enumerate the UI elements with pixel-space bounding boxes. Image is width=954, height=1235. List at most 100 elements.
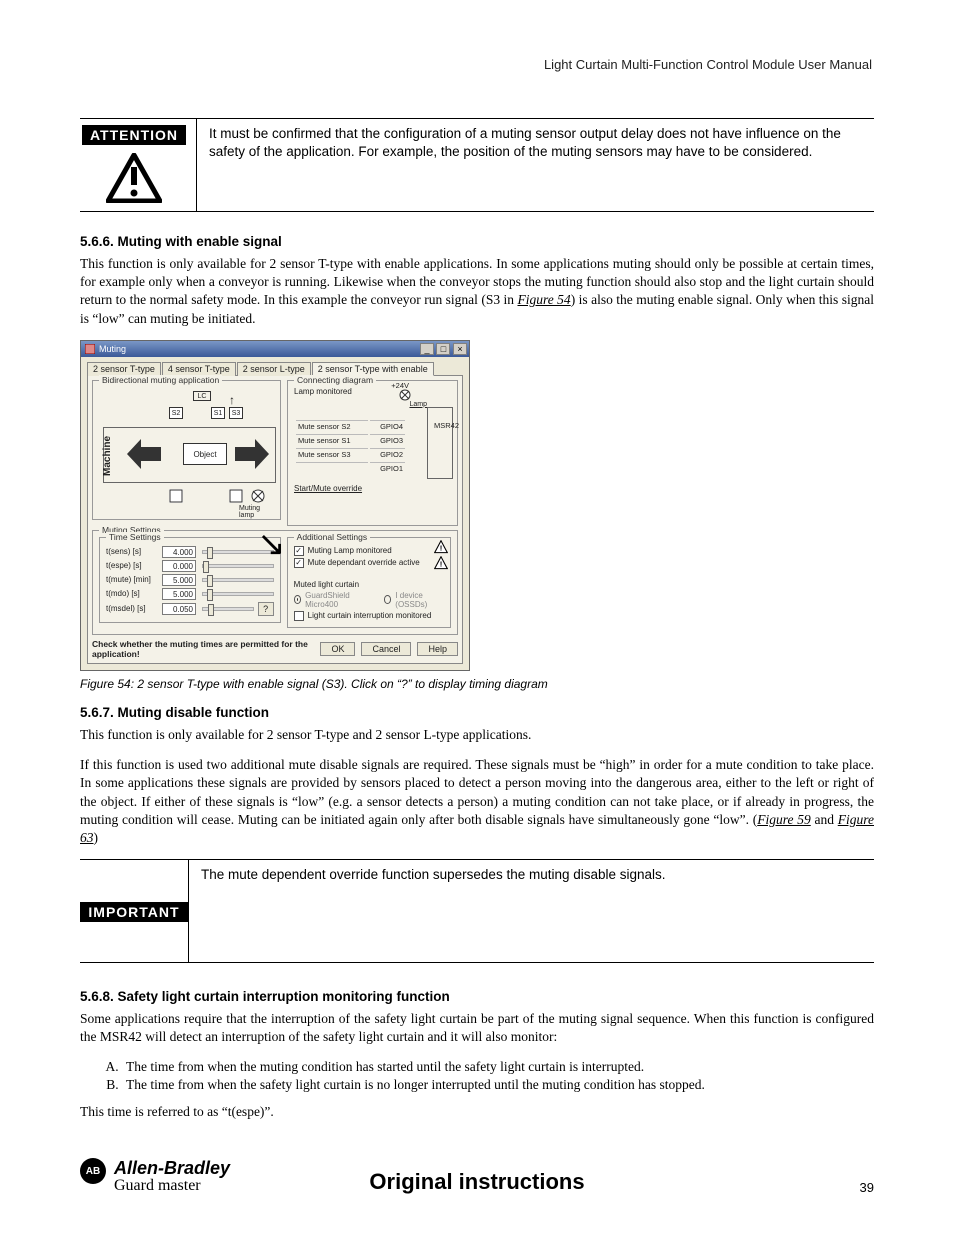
lbl-tmsdel: t(msdel) [s] [106, 604, 158, 613]
group-bidirectional-title: Bidirectional muting application [99, 375, 222, 385]
important-box: IMPORTANT The mute dependent override fu… [80, 859, 874, 963]
tab-2t-enable[interactable]: 2 sensor T-type with enable [312, 362, 434, 376]
svg-text:!: ! [440, 559, 443, 568]
page-number: 39 [860, 1180, 874, 1195]
close-button[interactable]: × [453, 343, 467, 355]
dialog-titlebar: Muting _ □ × [81, 341, 469, 357]
muting-dialog: Muting _ □ × 2 sensor T-type 4 sensor T-… [80, 340, 470, 671]
input-tmdo[interactable]: 5.000 [162, 588, 196, 600]
figure-59-link[interactable]: Figure 59 [757, 812, 811, 827]
svg-text:!: ! [440, 543, 443, 552]
schematic: LC ↑ S2 S1 S3 Machine Object [99, 387, 274, 515]
group-additional-settings: Additional Settings ! ! ✓Muting Lamp mon… [287, 537, 451, 628]
time-row-tespe: t(espe) [s] 0.000 [106, 560, 274, 572]
heading-567: 5.6.7. Muting disable function [80, 705, 874, 720]
up-arrow-icon: ↑ [229, 393, 235, 407]
chk-override-active[interactable]: ✓ [294, 558, 304, 568]
row-gpio1: GPIO1 [370, 462, 405, 474]
cancel-button[interactable]: Cancel [361, 642, 411, 656]
sec568-li-b: The time from when the safety light curt… [122, 1077, 874, 1093]
important-badge: IMPORTANT [80, 902, 187, 922]
muting-times-warning: Check whether the muting times are permi… [92, 639, 314, 659]
msr42-box [427, 407, 453, 479]
maximize-button[interactable]: □ [436, 343, 450, 355]
muting-lamp-icon [251, 489, 265, 503]
minimize-button[interactable]: _ [420, 343, 434, 355]
brand-line1: Allen-Bradley [114, 1158, 230, 1179]
group-bidirectional: Bidirectional muting application LC ↑ S2… [92, 380, 281, 520]
group-muting-settings: Muting Settings Time Settings t(sens) [s… [92, 530, 458, 635]
slider-tsens[interactable] [202, 550, 274, 554]
figure-54-caption: Figure 54: 2 sensor T-type with enable s… [80, 677, 874, 691]
dialog-icon [85, 344, 95, 354]
warning-mini-icon: ! [434, 556, 448, 570]
arrow-right-icon [235, 439, 269, 469]
lamp-monitored-label: Lamp monitored [294, 387, 451, 396]
group-connecting-title: Connecting diagram [294, 375, 376, 385]
arrow-left-icon [127, 439, 161, 469]
slider-tmute[interactable] [202, 578, 274, 582]
sensor-s2: S2 [169, 407, 183, 419]
page-footer: AB Allen-Bradley Guard master Original i… [80, 1158, 874, 1195]
lbl-tsens: t(sens) [s] [106, 547, 158, 556]
msr42-label: MSR42 [434, 421, 459, 430]
radio-guardshield[interactable] [294, 595, 302, 604]
radio-idevice-label: I device (OSSDs) [395, 591, 444, 609]
attention-badge: ATTENTION [82, 125, 186, 145]
help-question-button[interactable]: ? [258, 602, 274, 616]
tab-4t[interactable]: 4 sensor T-type [162, 362, 236, 376]
chk-lamp-monitored[interactable]: ✓ [294, 546, 304, 556]
time-row-tmsdel: t(msdel) [s] 0.050 ? [106, 602, 274, 616]
dialog-title: Muting [99, 344, 126, 354]
chk-interruption[interactable] [294, 611, 304, 621]
warning-mini-icon: ! [434, 540, 448, 554]
radio-guardshield-label: GuardShield Micro400 [305, 591, 368, 609]
radio-idevice[interactable] [384, 595, 392, 604]
heading-568: 5.6.8. Safety light curtain interruption… [80, 989, 874, 1004]
machine-label: Machine [102, 436, 113, 476]
brand-block: AB Allen-Bradley Guard master [80, 1158, 230, 1195]
lamp-icon [399, 389, 411, 401]
sec566-para: This function is only available for 2 se… [80, 255, 874, 328]
running-head: Light Curtain Multi-Function Control Mod… [544, 57, 872, 72]
sec568-p1: Some applications require that the inter… [80, 1010, 874, 1046]
sec567-p2a: If this function is used two additional … [80, 757, 874, 827]
ok-button[interactable]: OK [320, 642, 355, 656]
tab-2t[interactable]: 2 sensor T-type [87, 362, 161, 376]
warning-triangle-icon [106, 153, 162, 203]
row-s3: Mute sensor S3 [296, 448, 368, 460]
important-text: The mute dependent override function sup… [189, 860, 874, 962]
brand-line2: Guard master [114, 1177, 230, 1195]
sec568-list: The time from when the muting condition … [108, 1059, 874, 1093]
row-blank [296, 462, 368, 474]
sec568-li-a: The time from when the muting condition … [122, 1059, 874, 1075]
group-time-title: Time Settings [106, 532, 164, 542]
slider-tespe[interactable] [202, 564, 274, 568]
input-tmsdel[interactable]: 0.050 [162, 603, 196, 615]
slider-tmdo[interactable] [202, 592, 274, 596]
sec567-and: and [811, 812, 838, 827]
muted-lc-label: Muted light curtain [294, 580, 444, 589]
chk-lamp-label: Muting Lamp monitored [308, 546, 392, 555]
dialog-footer-row: Check whether the muting times are permi… [92, 639, 458, 659]
slider-tmsdel[interactable] [202, 607, 254, 611]
row-gpio4: GPIO4 [370, 420, 405, 432]
tab-2l[interactable]: 2 sensor L-type [237, 362, 311, 376]
figure-54-link[interactable]: Figure 54 [517, 292, 570, 307]
sensor-s3: S3 [229, 407, 243, 419]
input-tmute[interactable]: 5.000 [162, 574, 196, 586]
start-override-link[interactable]: Start/Mute override [294, 484, 451, 493]
lbl-tmute: t(mute) [min] [106, 575, 158, 584]
chk-interruption-label: Light curtain interruption monitored [308, 611, 432, 620]
time-row-tmdo: t(mdo) [s] 5.000 [106, 588, 274, 600]
sec568-p2: This time is referred to as “t(espe)”. [80, 1103, 874, 1121]
sec567-p2b: ) [94, 830, 99, 845]
group-connecting: Connecting diagram Lamp monitored +24V L… [287, 380, 458, 526]
help-button[interactable]: Help [417, 642, 458, 656]
lamp-conn-label: Lamp [409, 401, 427, 408]
input-tsens[interactable]: 4.000 [162, 546, 196, 558]
sensor-low-l1-icon [169, 489, 183, 503]
row-gpio2: GPIO2 [370, 448, 405, 460]
input-tespe[interactable]: 0.000 [162, 560, 196, 572]
object-box: Object [183, 443, 227, 465]
